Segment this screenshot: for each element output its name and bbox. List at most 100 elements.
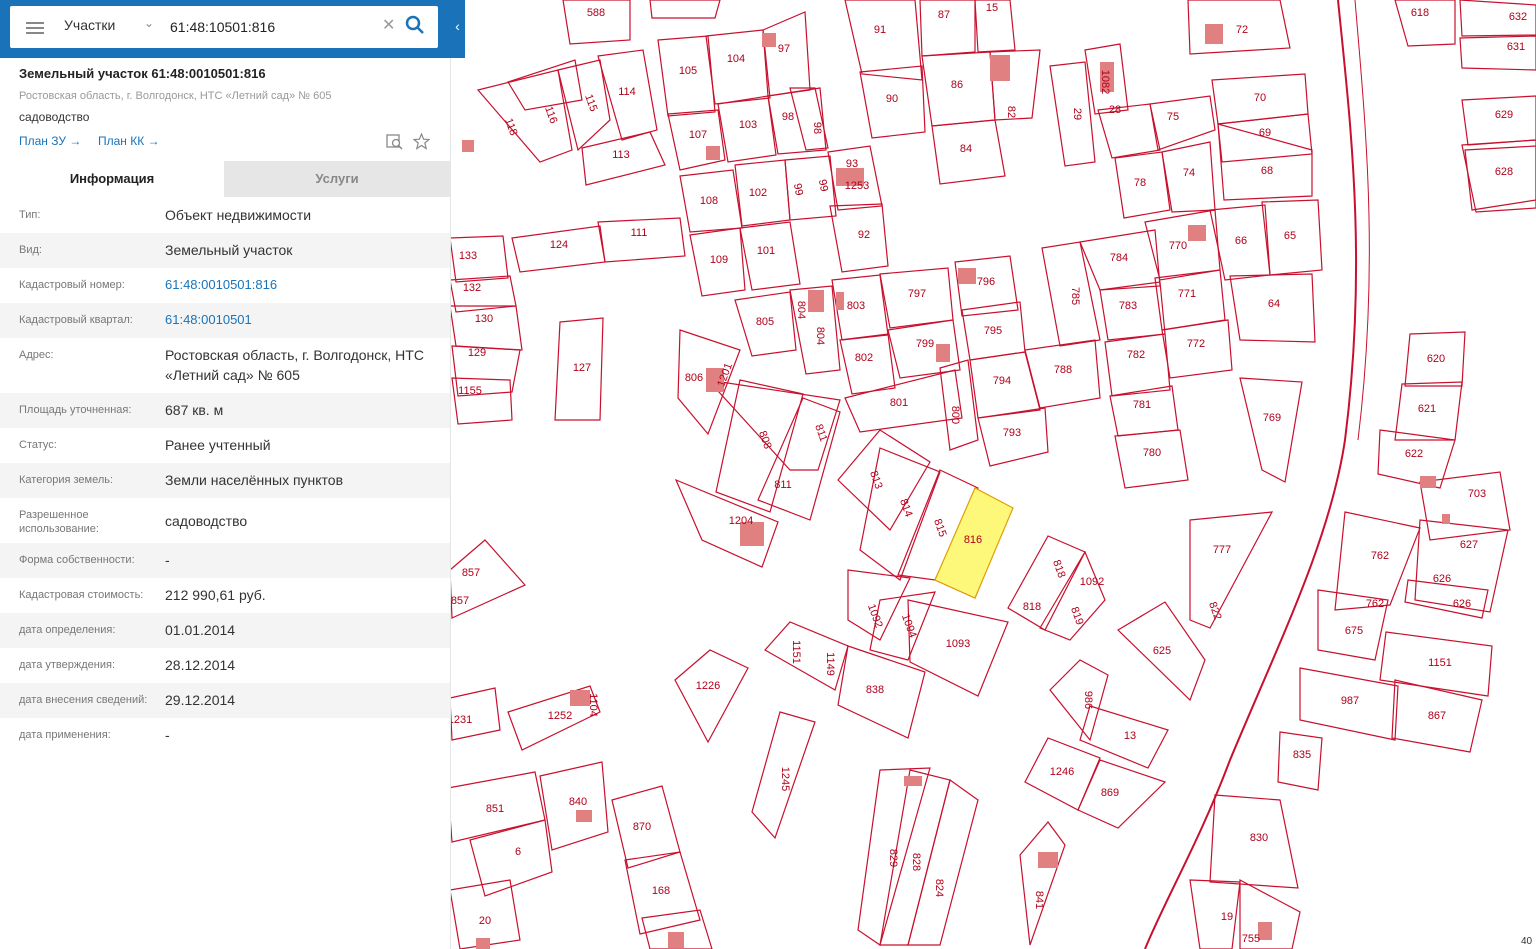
parcel-number-label: 1104 bbox=[587, 693, 599, 717]
parcel-number-label: 1252 bbox=[548, 710, 572, 722]
parcel-number-label: 626 bbox=[1453, 598, 1471, 610]
parcel-number-label: 118 bbox=[502, 117, 519, 138]
parcel-number-label: 70 bbox=[1254, 92, 1266, 104]
search-button[interactable] bbox=[402, 11, 428, 39]
parcel-boundary[interactable] bbox=[844, 0, 923, 81]
parcel-number-label: 1082 bbox=[1099, 70, 1111, 94]
parcel-number-label: 72 bbox=[1236, 24, 1248, 36]
search-box: Участки ⌄ ✕ bbox=[10, 6, 438, 48]
attribute-row: дата определения: 01.01.2014 bbox=[0, 613, 450, 648]
parcel-boundary[interactable] bbox=[837, 429, 931, 531]
parcel-boundary[interactable] bbox=[597, 217, 686, 263]
star-icon[interactable] bbox=[413, 133, 430, 150]
parcel-number-label: 804 bbox=[795, 301, 807, 319]
attribute-link[interactable]: 61:48:0010501:816 bbox=[165, 275, 440, 295]
building-footprint bbox=[990, 55, 1010, 81]
parcel-number-label: 114 bbox=[618, 86, 636, 98]
tab-services[interactable]: Услуги bbox=[224, 161, 450, 197]
parcel-boundary[interactable] bbox=[839, 333, 896, 395]
parcel-number-label: 811 bbox=[774, 479, 792, 491]
chevron-down-icon[interactable]: ⌄ bbox=[144, 16, 154, 30]
attribute-row: Разрешенное использование: садоводство bbox=[0, 498, 450, 543]
parcel-boundary[interactable] bbox=[674, 649, 749, 744]
parcel-number-label: 803 bbox=[847, 300, 865, 312]
attribute-value: Ранее учтенный bbox=[165, 437, 271, 453]
parcel-number-label: 1094 bbox=[899, 612, 919, 639]
parcel-number-label: 828 bbox=[910, 853, 922, 871]
parcel-boundary[interactable] bbox=[757, 397, 841, 521]
parcel-number-label: 109 bbox=[710, 254, 728, 266]
parcel-number-label: 802 bbox=[855, 352, 873, 364]
parcel-boundary[interactable] bbox=[1404, 579, 1489, 619]
parcel-boundary[interactable] bbox=[1277, 731, 1323, 791]
parcel-number-label: 625 bbox=[1153, 645, 1171, 657]
parcel-boundary[interactable] bbox=[1114, 429, 1189, 489]
parcel-boundary[interactable] bbox=[1464, 145, 1536, 211]
search-input[interactable] bbox=[168, 15, 382, 39]
parcel-number-label: 838 bbox=[866, 684, 884, 696]
parcel-boundary[interactable] bbox=[649, 0, 721, 19]
attribute-value: 212 990,61 руб. bbox=[165, 587, 266, 603]
attribute-label: дата применения: bbox=[19, 729, 111, 741]
parcel-boundary[interactable] bbox=[789, 87, 829, 151]
parcel-number-label: 115 bbox=[582, 93, 599, 114]
close-icon[interactable]: ✕ bbox=[382, 15, 395, 35]
collapse-panel-button[interactable]: ‹ bbox=[450, 0, 465, 58]
parcel-boundary[interactable] bbox=[715, 379, 804, 513]
tab-info[interactable]: Информация bbox=[0, 161, 224, 197]
parcel-number-label: 808 bbox=[756, 429, 774, 450]
zoom-to-icon[interactable] bbox=[386, 133, 404, 151]
parcel-boundary[interactable] bbox=[1109, 385, 1179, 437]
parcel-number-label: 1149 bbox=[824, 652, 836, 676]
parcel-number-label: 987 bbox=[1341, 695, 1359, 707]
parcel-number-label: 168 bbox=[652, 885, 670, 897]
parcel-address: Ростовская область, г. Волгодонск, НТС «… bbox=[19, 90, 332, 102]
parcel-number-label: 113 bbox=[612, 149, 630, 161]
parcel-number-label: 867 bbox=[1428, 710, 1446, 722]
parcel-number-label: 621 bbox=[1418, 403, 1436, 415]
parcel-number-label: 108 bbox=[700, 195, 718, 207]
plan-zu-link[interactable]: План ЗУ → bbox=[19, 134, 81, 148]
attribute-value: Земли населённых пунктов bbox=[165, 472, 344, 488]
parcel-number-label: 835 bbox=[1293, 749, 1311, 761]
parcel-number-label: 755 bbox=[1242, 933, 1260, 945]
building-footprint bbox=[936, 344, 950, 362]
parcel-boundary[interactable] bbox=[1189, 511, 1274, 629]
parcel-number-label: 68 bbox=[1261, 165, 1273, 177]
parcel-boundary[interactable] bbox=[705, 29, 771, 105]
parcel-boundary[interactable] bbox=[1019, 821, 1066, 946]
attribute-value: Земельный участок bbox=[165, 242, 293, 258]
attribute-value: Объект недвижимости bbox=[165, 207, 312, 223]
parcel-boundary[interactable] bbox=[1104, 333, 1171, 397]
parcel-boundary[interactable] bbox=[1149, 95, 1216, 151]
parcel-boundary[interactable] bbox=[1077, 759, 1167, 829]
attribute-value: - bbox=[165, 727, 170, 743]
parcel-number-label: 629 bbox=[1495, 109, 1513, 121]
map-scale: 40 bbox=[1521, 936, 1533, 947]
parcel-number-label: 813 bbox=[867, 469, 885, 490]
attribute-label: Адрес: bbox=[19, 349, 54, 361]
parcel-number-label: 782 bbox=[1127, 349, 1145, 361]
parcel-number-label: 795 bbox=[984, 325, 1002, 337]
parcel-number-label: 793 bbox=[1003, 427, 1021, 439]
parcel-number-label: 857 bbox=[451, 595, 469, 607]
attribute-label: Категория земель: bbox=[19, 474, 114, 486]
parcel-number-label: 98 bbox=[782, 111, 794, 123]
parcel-boundary[interactable] bbox=[557, 59, 611, 152]
attribute-row: Кадастровый квартал: 61:48:0010501 bbox=[0, 303, 450, 338]
layer-select[interactable]: Участки bbox=[64, 17, 115, 33]
attribute-row: дата применения: - bbox=[0, 718, 450, 753]
parcel-number-label: 66 bbox=[1235, 235, 1247, 247]
attribute-row: дата внесения сведений: 29.12.2014 bbox=[0, 683, 450, 718]
parcel-boundary[interactable] bbox=[1239, 377, 1303, 483]
parcel-number-label: 841 bbox=[1033, 891, 1045, 909]
parcel-number-label: 780 bbox=[1143, 447, 1161, 459]
attribute-link[interactable]: 61:48:0010501 bbox=[165, 310, 440, 330]
attribute-value: - bbox=[165, 552, 170, 568]
parcel-boundary[interactable] bbox=[1039, 550, 1106, 641]
menu-icon[interactable] bbox=[26, 19, 44, 35]
parcel-number-label: 626 bbox=[1433, 573, 1451, 585]
parcel-boundary[interactable] bbox=[1049, 659, 1109, 742]
plan-kk-link[interactable]: План КК → bbox=[98, 134, 160, 148]
building-footprint bbox=[958, 268, 976, 284]
